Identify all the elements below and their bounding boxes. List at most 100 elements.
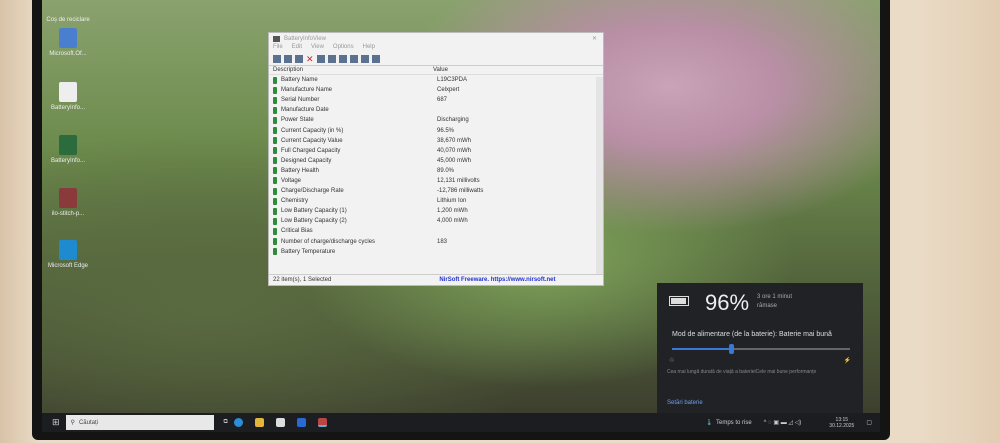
table-row[interactable]: Battery Health 89.0%	[269, 166, 603, 176]
table-row[interactable]: Voltage 12,131 millivolts	[269, 176, 603, 186]
close-icon[interactable]: ✕	[592, 35, 597, 42]
desktop-icon-label: BatteryInfo...	[50, 105, 86, 111]
table-row[interactable]: Chemistry Lithium Ion	[269, 196, 603, 206]
row-value: Discharging	[437, 117, 469, 124]
battery-item-icon	[273, 197, 277, 205]
desktop-icon-label: BatteryInfo...	[50, 158, 86, 164]
row-description: Manufacture Date	[281, 107, 329, 114]
file-icon	[59, 0, 77, 14]
properties-icon[interactable]	[284, 55, 292, 63]
row-description: Low Battery Capacity (2)	[281, 218, 347, 225]
clock[interactable]: 13:15 30.12.2025	[829, 417, 854, 429]
nirsoft-link[interactable]: NirSoft Freeware. https://www.nirsoft.ne…	[439, 277, 555, 283]
table-row[interactable]: Low Battery Capacity (1) 1,200 mWh	[269, 206, 603, 216]
file-explorer-icon[interactable]	[254, 418, 264, 427]
search-icon: ⚲	[70, 420, 75, 426]
batteryinfoview-taskbar-icon[interactable]	[317, 418, 327, 427]
row-value: Lithium Ion	[437, 198, 467, 205]
tray-icons[interactable]: ^ ◌ ▣ ▬ ◿ ◁)	[764, 419, 802, 426]
row-description: Power State	[281, 117, 314, 124]
row-value: 183	[437, 238, 448, 245]
power-mode-slider[interactable]	[672, 344, 850, 354]
battery-item-icon	[273, 76, 277, 84]
table-row[interactable]: Designed Capacity 45,000 mWh	[269, 156, 603, 166]
scrollbar[interactable]	[596, 77, 603, 274]
find-icon[interactable]	[361, 55, 369, 63]
table-row[interactable]: Current Capacity Value 38,670 mWh	[269, 136, 603, 146]
longest-life-label: Cea mai lungă durată de viață a bateriei	[667, 369, 756, 375]
desktop-icon-label: Microsoft Edge	[47, 263, 89, 269]
file-icon	[59, 28, 77, 48]
battery-settings-link[interactable]: Setări baterie	[667, 400, 703, 406]
notepad-icon[interactable]	[275, 418, 285, 427]
table-row[interactable]: Charge/Discharge Rate -12,786 milliwatts	[269, 186, 603, 196]
notification-icon[interactable]: ▢	[866, 419, 872, 426]
window-icon[interactable]	[295, 55, 303, 63]
exit-icon[interactable]	[372, 55, 380, 63]
desktop-icon[interactable]: Microsoft Edge	[46, 240, 90, 269]
menu-item[interactable]: View	[311, 44, 324, 53]
desktop-icon-label: Coș de reciclare	[46, 17, 90, 23]
battery-item-icon	[273, 157, 277, 165]
column-value[interactable]: Value	[433, 67, 448, 73]
file-icon	[59, 135, 77, 155]
desktop-icon[interactable]: Microsoft.Of...	[46, 28, 90, 57]
desktop-icon[interactable]: BatteryInfo...	[46, 135, 90, 164]
battery-item-icon	[273, 177, 277, 185]
save-icon[interactable]	[317, 55, 325, 63]
table-row[interactable]: Current Capacity (in %) 96.5%	[269, 125, 603, 135]
menu-item[interactable]: File	[273, 44, 283, 53]
copy-icon[interactable]	[328, 55, 336, 63]
row-value: 45,000 mWh	[437, 157, 472, 164]
delete-icon[interactable]: ✕	[306, 55, 314, 64]
table-row[interactable]: Manufacture Name Celxpert	[269, 85, 603, 95]
row-description: Manufacture Name	[281, 87, 333, 94]
table-row[interactable]: Low Battery Capacity (2) 4,000 mWh	[269, 216, 603, 226]
menu-item[interactable]: Edit	[292, 44, 302, 53]
table-row[interactable]: Full Charged Capacity 40,070 mWh	[269, 146, 603, 156]
table-row[interactable]: Power State Discharging	[269, 115, 603, 125]
row-description: Chemistry	[281, 198, 309, 205]
table-row[interactable]: Number of charge/discharge cycles 183	[269, 237, 603, 247]
row-value: Celxpert	[437, 87, 460, 94]
toolbar: ✕	[269, 53, 603, 66]
row-description: Current Capacity Value	[281, 137, 343, 144]
row-value: 96.5%	[437, 127, 455, 134]
row-value: 89.0%	[437, 167, 455, 174]
desktop-icon-label: ilo-stitch-p...	[51, 211, 85, 217]
leaf-icon: ♲	[669, 358, 675, 364]
status-bar: 22 item(s), 1 Selected NirSoft Freeware. …	[269, 274, 603, 285]
battery-item-icon	[273, 167, 277, 175]
outlook-icon[interactable]	[296, 418, 306, 427]
battery-item-icon	[273, 137, 277, 145]
table-row[interactable]: Serial Number 687	[269, 95, 603, 105]
refresh-icon[interactable]	[273, 55, 281, 63]
search-box[interactable]: ⚲ Căutați	[65, 415, 214, 430]
edge-icon[interactable]	[233, 418, 243, 427]
row-description: Serial Number	[281, 97, 320, 104]
slider-thumb[interactable]	[728, 344, 734, 354]
menu-item[interactable]: Help	[363, 44, 375, 53]
weather-widget[interactable]: Temps to rise	[716, 420, 752, 426]
menu-item[interactable]: Options	[333, 44, 354, 53]
table-row[interactable]: Battery Name L19C3PDA	[269, 75, 603, 85]
row-value: 12,131 millivolts	[437, 177, 480, 184]
desktop-icon[interactable]: ilo-stitch-p...	[46, 188, 90, 217]
table-row[interactable]: Manufacture Date	[269, 105, 603, 115]
table-row[interactable]: Battery Temperature	[269, 247, 603, 257]
table-row[interactable]: Critical Bias	[269, 226, 603, 236]
row-description: Battery Temperature	[281, 248, 336, 255]
row-description: Designed Capacity	[281, 157, 332, 164]
desktop-icon[interactable]: Coș de reciclare	[46, 0, 90, 23]
app-icon	[273, 35, 280, 42]
task-view-icon[interactable]: ⧉	[224, 419, 228, 426]
column-description[interactable]: Description	[273, 67, 433, 73]
html-report-icon[interactable]	[339, 55, 347, 63]
battery-item-icon	[273, 116, 277, 124]
best-performance-label: Cele mai bune performanțe	[755, 369, 817, 375]
row-value: L19C3PDA	[437, 77, 468, 84]
start-icon[interactable]: ⊞	[52, 417, 60, 428]
options-icon[interactable]	[350, 55, 358, 63]
file-icon	[59, 82, 77, 102]
desktop-icon[interactable]: BatteryInfo...	[46, 82, 90, 111]
